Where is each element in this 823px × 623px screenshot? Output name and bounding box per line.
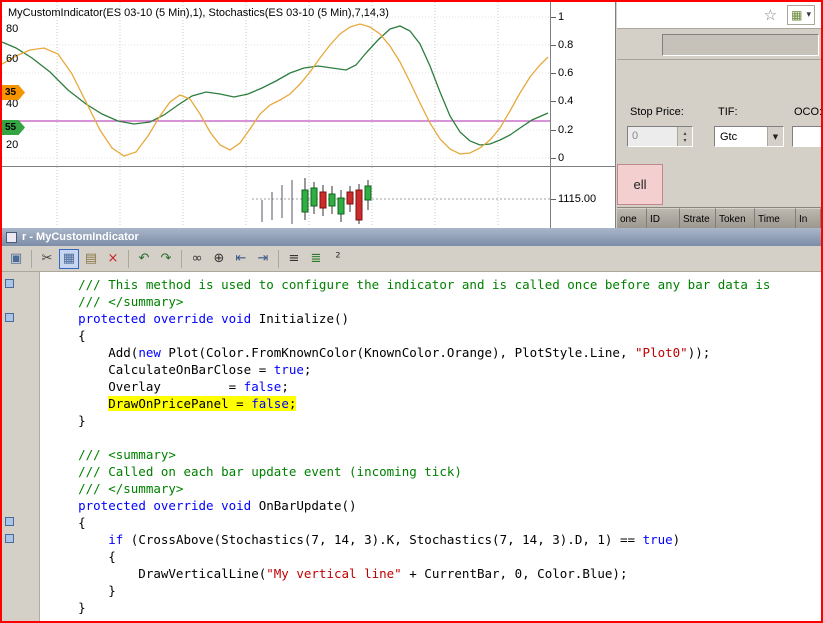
- tif-select[interactable]: Gtc ▼: [714, 126, 784, 147]
- left-axis-label: 60: [6, 53, 19, 65]
- code-line: }: [48, 600, 86, 615]
- comment-icon[interactable]: ≣: [306, 249, 326, 269]
- grid-header-strate[interactable]: Strate: [680, 208, 716, 228]
- cut-icon[interactable]: ✂: [37, 249, 57, 269]
- code-line: }: [48, 583, 116, 598]
- chevron-down-icon: ▾: [806, 10, 811, 20]
- code-line: {: [48, 515, 86, 530]
- bookmark-icon[interactable]: [5, 534, 14, 543]
- undo-icon[interactable]: ↶: [134, 249, 154, 269]
- grid-header-token[interactable]: Token: [716, 208, 755, 228]
- toolbar-separator: [128, 249, 129, 268]
- order-panel: ☆ ▦ ▾ Stop Price: TIF: OCO: 0 ▴ ▾ Gtc ▼ e…: [617, 2, 821, 228]
- price-axis-label: 1115.00: [551, 193, 596, 205]
- paste-icon[interactable]: ▤: [81, 249, 101, 269]
- stop-price-value: 0: [632, 130, 639, 142]
- grid-icon: ▦: [791, 8, 803, 22]
- code-line: /// Called on each bar update event (inc…: [48, 464, 462, 479]
- grid-header-in[interactable]: In: [796, 208, 821, 228]
- code-line: DrawOnPricePanel = false;: [108, 396, 297, 411]
- chart-title: MyCustomIndicator(ES 03-10 (5 Min),1), S…: [8, 7, 389, 19]
- code-line: /// </summary>: [48, 294, 184, 309]
- code-lines[interactable]: /// This method is used to configure the…: [40, 272, 821, 621]
- panel-strip: [617, 30, 821, 60]
- right-axis-label: 0.8: [551, 39, 573, 51]
- redo-icon[interactable]: ↷: [156, 249, 176, 269]
- bookmark-icon[interactable]: [5, 313, 14, 322]
- code-line: DrawVerticalLine("My vertical line" + Cu…: [48, 566, 628, 581]
- code-line: /// </summary>: [48, 481, 184, 496]
- editor-toolbar: ▣ ✂ ▦ ▤ × ↶ ↷ ∞ ⊕ ⇤ ⇥ ≡ ≣ ²: [2, 246, 821, 272]
- pane-separator[interactable]: [2, 166, 615, 167]
- right-axis-label: 0: [551, 152, 564, 164]
- editor-window-icon: [6, 231, 17, 243]
- indent-icon[interactable]: ⇥: [253, 249, 273, 269]
- display-well: [662, 34, 819, 56]
- editor-body: /// This method is used to configure the…: [2, 272, 821, 621]
- editor-title-bar[interactable]: r - MyCustomIndicator: [2, 228, 821, 246]
- left-axis-label: 20: [6, 139, 19, 151]
- right-axis-label: 0.6: [551, 67, 573, 79]
- oco-input[interactable]: [792, 126, 821, 147]
- right-axis[interactable]: 1115.00 1 0.8 0.6 0.4 0.2 0: [551, 2, 615, 228]
- right-axis-label: 0.2: [551, 124, 573, 136]
- spin-up-icon[interactable]: ▴: [683, 130, 686, 137]
- word-wrap-icon[interactable]: ²: [328, 249, 348, 269]
- stop-price-label: Stop Price:: [630, 106, 684, 118]
- copy-icon[interactable]: ▦: [59, 248, 79, 269]
- layout-dropdown[interactable]: ▦ ▾: [787, 5, 815, 25]
- orders-grid-header: one ID Strate Token Time In: [617, 207, 821, 228]
- stop-price-input[interactable]: 0 ▴ ▾: [627, 126, 693, 147]
- code-line: Add(new Plot(Color.FromKnownColor(KnownC…: [48, 345, 711, 360]
- order-form: Stop Price: TIF: OCO: 0 ▴ ▾ Gtc ▼: [617, 60, 821, 164]
- code-line: {: [48, 328, 86, 343]
- sell-button[interactable]: ell: [617, 164, 663, 205]
- right-axis-label: 1: [551, 11, 564, 23]
- chart-plot-area: [2, 2, 550, 226]
- stop-price-spin-buttons[interactable]: ▴ ▾: [677, 127, 692, 146]
- bookmark-icon[interactable]: [5, 517, 14, 526]
- toolbar-separator: [278, 249, 279, 268]
- code-line: protected override void Initialize(): [78, 311, 350, 326]
- editor-gutter[interactable]: [2, 272, 40, 621]
- find-next-icon[interactable]: ⊕: [209, 249, 229, 269]
- chevron-down-icon[interactable]: ▼: [767, 127, 783, 146]
- find-icon[interactable]: ∞: [187, 249, 207, 269]
- right-axis-label: 0.4: [551, 95, 573, 107]
- toolbar-separator: [181, 249, 182, 268]
- code-line: CalculateOnBarClose = true;: [48, 362, 312, 377]
- properties-window-icon[interactable]: ▣: [6, 249, 26, 269]
- chart-panel[interactable]: MyCustomIndicator(ES 03-10 (5 Min),1), S…: [2, 2, 616, 228]
- code-line: /// <summary>: [48, 447, 176, 462]
- left-axis-label: 80: [6, 23, 19, 35]
- tif-label: TIF:: [718, 106, 738, 118]
- toolbar-separator: [31, 249, 32, 268]
- delete-icon[interactable]: ×: [103, 249, 123, 269]
- grid-header-one[interactable]: one: [617, 208, 647, 228]
- editor-window: r - MyCustomIndicator ▣ ✂ ▦ ▤ × ↶ ↷ ∞ ⊕ ⇤ ⇥ ≡ ≣ ² ///…: [2, 228, 821, 621]
- panel-toolbar: ☆ ▦ ▾: [617, 2, 821, 29]
- grid-header-id[interactable]: ID: [647, 208, 680, 228]
- code-line: /// This method is used to configure the…: [48, 277, 778, 292]
- outdent-icon[interactable]: ⇤: [231, 249, 251, 269]
- format-icon[interactable]: ≡: [284, 249, 304, 269]
- code-line: protected override void OnBarUpdate(): [78, 498, 357, 513]
- code-line: if (CrossAbove(Stochastics(7, 14, 3).K, …: [108, 532, 681, 547]
- spin-down-icon[interactable]: ▾: [683, 137, 686, 144]
- editor-title: r - MyCustomIndicator: [22, 231, 139, 243]
- tif-value: Gtc: [720, 130, 738, 143]
- code-line: }: [48, 413, 86, 428]
- code-line: {: [48, 549, 116, 564]
- bookmark-icon[interactable]: [5, 279, 14, 288]
- grid-header-time[interactable]: Time: [755, 208, 796, 228]
- code-line: Overlay = false;: [48, 379, 289, 394]
- favorites-star-icon[interactable]: ☆: [764, 6, 777, 24]
- oco-label: OCO:: [794, 106, 823, 118]
- application-window: MyCustomIndicator(ES 03-10 (5 Min),1), S…: [0, 0, 823, 623]
